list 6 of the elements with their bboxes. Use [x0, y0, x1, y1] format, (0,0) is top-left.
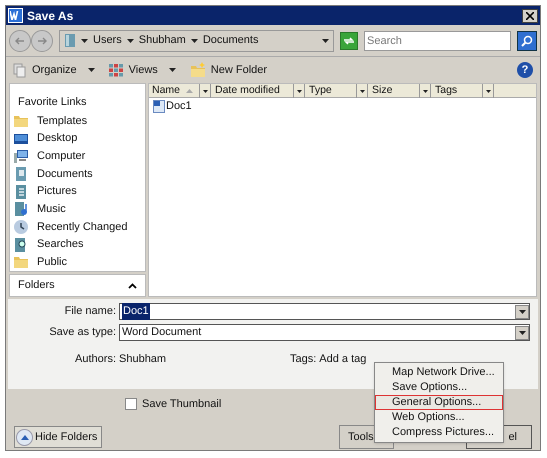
field-label: Authors:: [74, 352, 117, 367]
field-label: File name:: [64, 304, 117, 320]
field-label: Tags:: [290, 352, 318, 367]
pane-heading: Favorite Links: [17, 95, 88, 110]
window-title: Save As: [27, 8, 74, 24]
field-label: Save as type:: [48, 325, 117, 340]
